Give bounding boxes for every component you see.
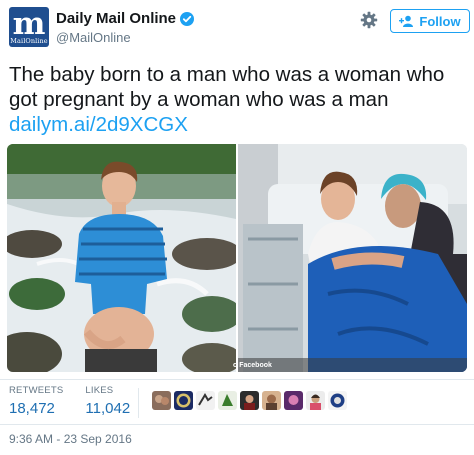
tweet-stats: RETWEETS 18,472 LIKES 11,042 — [9, 385, 152, 417]
logo-letter: m — [12, 7, 46, 42]
retweets-label: RETWEETS — [9, 385, 64, 396]
divider — [0, 424, 474, 425]
account-avatar[interactable]: m MailOnline — [9, 7, 49, 47]
liker-avatar[interactable] — [328, 391, 347, 410]
gear-icon[interactable] — [360, 11, 378, 29]
likes-label: LIKES — [85, 385, 114, 396]
likes-stat[interactable]: LIKES 11,042 — [85, 385, 130, 417]
retweets-count: 18,472 — [9, 400, 55, 417]
liker-avatar[interactable] — [262, 391, 281, 410]
tweet-media — [7, 144, 467, 372]
logo-text: MailOnline — [10, 37, 48, 45]
photo-caption: o Facebook — [233, 362, 272, 369]
photo-river[interactable] — [7, 144, 236, 372]
liker-avatar[interactable] — [152, 391, 171, 410]
liker-avatar[interactable] — [284, 391, 303, 410]
add-user-icon — [399, 15, 414, 27]
follow-label: Follow — [419, 13, 461, 29]
tweet-link[interactable]: dailym.ai/2d9XCGX — [9, 112, 188, 137]
stats-divider — [138, 388, 139, 418]
account-name[interactable]: Daily Mail Online — [56, 10, 176, 27]
likes-count: 11,042 — [85, 400, 131, 417]
retweets-stat[interactable]: RETWEETS 18,472 — [9, 385, 63, 417]
liker-avatar[interactable] — [174, 391, 193, 410]
account-handle[interactable]: @MailOnline — [56, 30, 131, 45]
follow-button[interactable]: Follow — [390, 9, 470, 33]
account-name-row: Daily Mail Online — [56, 10, 195, 27]
divider — [0, 379, 474, 380]
liker-avatar[interactable] — [240, 391, 259, 410]
liker-avatar[interactable] — [196, 391, 215, 410]
liker-avatars — [152, 391, 350, 410]
tweet-timestamp[interactable]: 9:36 AM - 23 Sep 2016 — [9, 432, 132, 446]
liker-avatar[interactable] — [218, 391, 237, 410]
photo-hospital[interactable] — [238, 144, 467, 372]
liker-avatar[interactable] — [306, 391, 325, 410]
verified-badge-icon — [180, 11, 195, 26]
tweet-text: The baby born to a man who was a woman w… — [9, 63, 445, 111]
